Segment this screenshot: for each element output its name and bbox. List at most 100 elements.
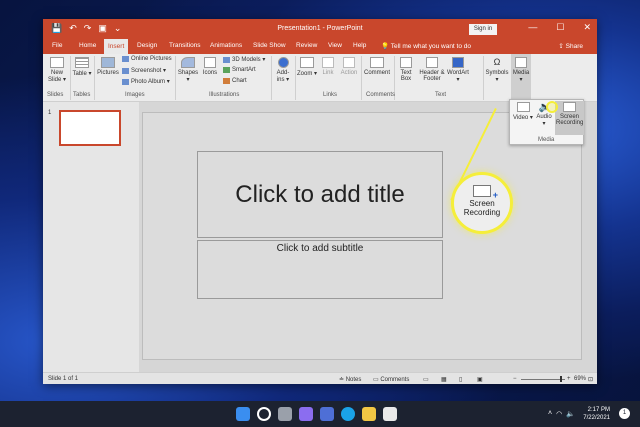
search-icon[interactable] [257,407,271,421]
tell-me-search[interactable]: 💡 Tell me what you want to do [381,42,471,50]
powerpoint-window: 💾 ↶ ↷ ▣ ⌄ Presentation1 - PowerPoint Sig… [43,19,597,384]
header-footer-label: Header & Footer [419,70,445,82]
screenshot-label: Screenshot ▾ [131,68,167,74]
smartart-button[interactable]: SmartArt [223,67,256,73]
pictures-button[interactable]: Pictures [96,57,120,76]
smartart-icon [223,67,230,73]
zoom-level[interactable]: 69% [574,376,586,382]
notification-badge[interactable]: 1 [619,408,630,419]
action-button[interactable]: Action [339,57,359,76]
clock[interactable]: 2:17 PM 7/22/2021 [583,406,610,422]
tab-view[interactable]: View [328,42,342,49]
fit-slide-icon[interactable]: ⊡ [588,376,593,383]
table-button[interactable]: Table ▾ [72,57,92,77]
reading-view-icon[interactable]: ▯ [459,376,462,383]
media-button[interactable]: Media ▾ [511,54,531,100]
link-label: Link [322,70,334,76]
wordart-label: WordArt ▾ [447,70,469,83]
slide-sorter-icon[interactable]: ▦ [441,376,447,383]
minimize-button[interactable]: — [528,22,537,33]
group-media: Media [538,137,555,143]
zoom-in-icon[interactable]: + [567,376,571,382]
shapes-icon [181,57,195,68]
new-slide-button[interactable]: New Slide ▾ [46,57,68,83]
group-images: Images [125,92,145,98]
separator [271,56,272,100]
subtitle-placeholder[interactable]: Click to add subtitle [197,240,443,299]
tab-transitions[interactable]: Transitions [169,42,201,49]
text-box-label: Text Box [400,70,412,82]
group-text: Text [435,92,447,98]
edge-icon[interactable] [341,407,355,421]
icons-button[interactable]: Icons [201,57,219,76]
online-pictures-button[interactable]: Online Pictures [122,56,172,62]
shapes-label: Shapes ▾ [177,70,199,83]
tab-design[interactable]: Design [137,42,157,49]
video-button[interactable]: Video ▾ [512,102,534,121]
notes-button[interactable]: ≐ Notes [339,376,361,383]
zoom-slider[interactable] [521,379,565,380]
comment-button[interactable]: Comment [363,57,391,76]
group-links: Links [323,92,338,98]
maximize-button[interactable]: ☐ [556,22,564,33]
symbols-button[interactable]: Ω Symbols ▾ [485,57,509,83]
tab-review[interactable]: Review [296,42,317,49]
action-icon [343,57,355,68]
tab-slide-show[interactable]: Slide Show [253,42,286,49]
media-label: Media ▾ [512,70,530,83]
comments-button[interactable]: ▭ Comments [373,376,409,383]
widgets-icon[interactable] [299,407,313,421]
zoom-slider-thumb[interactable] [560,376,562,382]
zoom-out-icon[interactable]: − [513,376,517,382]
file-explorer-icon[interactable] [362,407,376,421]
group-slides: Slides [47,92,64,98]
task-view-icon[interactable] [278,407,292,421]
text-box-button[interactable]: Text Box [397,57,415,82]
wifi-icon[interactable]: ◠ [556,410,562,418]
sign-in-button[interactable]: Sign in [469,24,497,35]
chat-icon[interactable] [320,407,334,421]
tab-help[interactable]: Help [353,42,366,49]
chart-button[interactable]: Chart [223,78,247,84]
tab-insert[interactable]: Insert [104,39,129,54]
photo-album-label: Photo Album ▾ [131,79,170,85]
screen-recording-icon [563,102,576,112]
shapes-button[interactable]: Shapes ▾ [177,57,199,83]
add-ins-button[interactable]: Add-ins ▾ [273,57,293,83]
screen-recording-button[interactable]: Screen Recording [556,102,583,126]
3d-models-button[interactable]: 3D Models ▾ [223,56,265,63]
symbols-label: Symbols ▾ [485,70,509,83]
title-placeholder[interactable]: Click to add title [197,151,443,238]
slideshow-icon[interactable]: ▣ [477,376,483,383]
separator [175,56,176,100]
taskbar-apps [236,407,397,421]
group-illustrations: Illustrations [209,92,240,98]
header-footer-button[interactable]: Header & Footer [419,57,445,82]
photo-album-button[interactable]: Photo Album ▾ [122,78,170,85]
store-icon[interactable] [383,407,397,421]
screenshot-icon [122,67,129,74]
callout-origin-marker [546,101,558,113]
chart-icon [223,78,230,84]
slide-thumbnail[interactable] [59,110,121,146]
chevron-up-icon[interactable]: ˄ [548,410,552,418]
wordart-button[interactable]: WordArt ▾ [446,57,470,83]
tab-file[interactable]: File [52,42,62,49]
slide-info: Slide 1 of 1 [48,376,79,382]
screenshot-button[interactable]: Screenshot ▾ [122,67,166,74]
pictures-icon [101,57,115,68]
link-icon [322,57,334,68]
start-icon[interactable] [236,407,250,421]
clock-date: 7/22/2021 [583,415,610,421]
group-comments: Comments [366,92,396,98]
screen-recording-callout: Screen Recording [451,172,513,234]
zoom-button[interactable]: Zoom ▾ [297,57,317,77]
tab-home[interactable]: Home [79,42,96,49]
share-button[interactable]: ⇪ Share [558,42,583,50]
normal-view-icon[interactable]: ▭ [423,376,429,383]
share-label: Share [565,43,583,50]
link-button[interactable]: Link [319,57,337,76]
close-button[interactable]: ✕ [583,22,591,33]
tab-animations[interactable]: Animations [210,42,242,49]
volume-icon[interactable]: 🔈 [566,410,575,418]
